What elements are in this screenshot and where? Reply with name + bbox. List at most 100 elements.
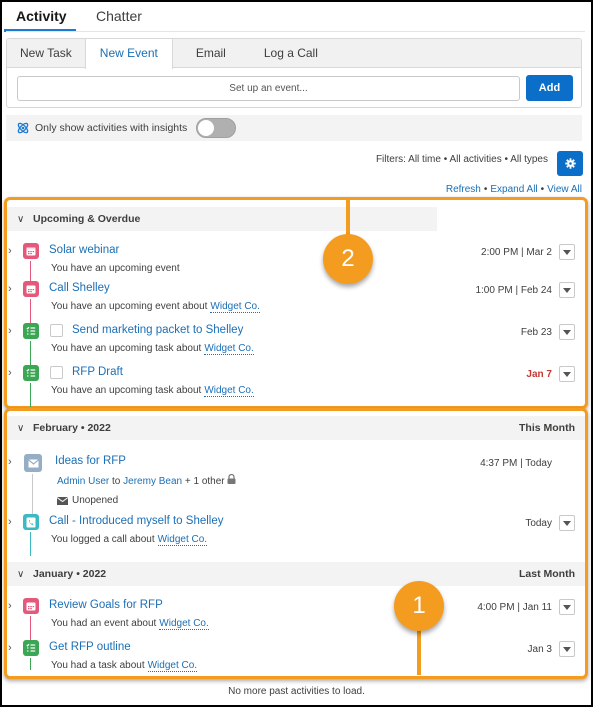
item-menu-button[interactable] [559, 515, 575, 531]
activity-subtitle: You had a task about Widget Co. [51, 660, 198, 672]
activity-subtitle: You have an upcoming event about Widget C… [51, 301, 260, 313]
subtitle-text: You logged a call about [51, 534, 155, 545]
call-icon [23, 514, 39, 530]
item-menu-button[interactable] [559, 599, 575, 615]
tabs-divider [6, 31, 585, 32]
activity-subtitle: You have an upcoming event [51, 263, 180, 274]
callout-2-badge: 2 [323, 234, 373, 284]
activity-title[interactable]: Solar webinar [49, 244, 119, 256]
item-menu-button[interactable] [559, 244, 575, 260]
composer-tabs: New Task New Event Email Log a Call [7, 39, 581, 69]
item-menu-button[interactable] [559, 366, 575, 382]
section-header[interactable]: ∨ February • 2022 This Month [7, 416, 585, 440]
refresh-link[interactable]: Refresh [446, 184, 481, 195]
sender-link[interactable]: Admin User [57, 476, 109, 487]
event-icon [23, 598, 39, 614]
activity-title[interactable]: Ideas for RFP [55, 455, 126, 467]
past-activities-section: ∨ February • 2022 This Month › Ideas for… [4, 408, 588, 679]
activity-date: 4:37 PM | Today [480, 458, 552, 469]
expand-chevron-icon[interactable]: › [8, 325, 16, 337]
activity-subtitle: You have an upcoming task about Widget Co… [51, 385, 254, 397]
activity-title[interactable]: Call Shelley [49, 282, 110, 294]
expand-chevron-icon[interactable]: › [8, 245, 16, 257]
envelope-icon [57, 496, 68, 505]
activity-title[interactable]: Call - Introduced myself to Shelley [49, 515, 224, 527]
expand-chevron-icon[interactable]: › [8, 642, 16, 654]
tab-email[interactable]: Email [183, 39, 239, 68]
related-record-link[interactable]: Widget Co. [147, 660, 198, 672]
activity-title[interactable]: RFP Draft [72, 366, 123, 378]
activity-item: › Review Goals for RFP You had an event … [7, 598, 585, 640]
timeline-line [30, 341, 31, 365]
related-record-link[interactable]: Widget Co. [159, 618, 209, 630]
recipient-link[interactable]: Jeremy Bean [123, 476, 182, 487]
chevron-down-icon: ∨ [17, 422, 25, 434]
email-participants: Admin User to Jeremy Bean + 1 other [57, 473, 236, 487]
related-record-link[interactable]: Widget Co. [204, 343, 254, 355]
view-all-link[interactable]: View All [547, 184, 582, 195]
task-complete-checkbox[interactable] [50, 324, 63, 337]
dropdown-arrow-icon [563, 646, 571, 652]
filters-summary: Filters: All time • All activities • All… [375, 154, 548, 165]
subtitle-text: You had a task about [51, 660, 145, 671]
email-icon [24, 454, 42, 472]
section-title: Upcoming & Overdue [33, 213, 141, 225]
dropdown-arrow-icon [563, 520, 571, 526]
subtitle-text: You have an upcoming event about [51, 301, 208, 312]
event-subject-input[interactable]: Set up an event... [17, 76, 520, 101]
activity-title[interactable]: Get RFP outline [49, 641, 131, 653]
section-header[interactable]: ∨ January • 2022 Last Month [7, 562, 585, 586]
callout-2-line [346, 198, 350, 238]
top-tabs: Activity Chatter [4, 6, 162, 32]
timeline-line [30, 383, 31, 407]
subtitle-text: You had an event about [51, 618, 157, 629]
item-menu-button[interactable] [559, 641, 575, 657]
expand-chevron-icon[interactable]: › [8, 600, 16, 612]
activity-item: › Call - Introduced myself to Shelley Yo… [7, 514, 585, 556]
expand-chevron-icon[interactable]: › [8, 516, 16, 528]
add-button[interactable]: Add [526, 75, 573, 101]
activity-date: Today [525, 518, 552, 529]
activity-subtitle: You logged a call about Widget Co. [51, 534, 208, 546]
dropdown-arrow-icon [563, 329, 571, 335]
insights-icon [17, 122, 29, 134]
tab-new-task[interactable]: New Task [7, 39, 85, 68]
tab-chatter[interactable]: Chatter [90, 6, 148, 32]
item-menu-button[interactable] [559, 282, 575, 298]
activity-title[interactable]: Send marketing packet to Shelley [72, 324, 243, 336]
filter-settings-button[interactable] [557, 151, 583, 176]
task-icon [23, 640, 39, 656]
toggle-knob [198, 120, 215, 136]
task-complete-checkbox[interactable] [50, 366, 63, 379]
related-record-link[interactable]: Widget Co. [204, 385, 254, 397]
activity-date: 1:00 PM | Feb 24 [475, 285, 552, 296]
insights-toggle[interactable] [196, 118, 237, 138]
activity-subtitle: You had an event about Widget Co. [51, 618, 209, 630]
tab-activity[interactable]: Activity [4, 6, 76, 32]
related-record-link[interactable]: Widget Co. [157, 534, 208, 546]
activity-item: › Get RFP outline You had a task about Wi… [7, 640, 585, 680]
timeline-line [30, 658, 31, 670]
dropdown-arrow-icon [563, 604, 571, 610]
lock-icon [227, 473, 236, 484]
item-menu-button[interactable] [559, 324, 575, 340]
expand-all-link[interactable]: Expand All [490, 184, 537, 195]
dropdown-arrow-icon [563, 371, 571, 377]
tab-new-event[interactable]: New Event [84, 39, 173, 69]
timeline-links: Refresh • Expand All • View All [446, 184, 582, 195]
activity-item: › Solar webinar You have an upcoming eve… [7, 243, 585, 285]
related-record-link[interactable]: Widget Co. [210, 301, 260, 313]
activity-subtitle: You have an upcoming task about Widget Co… [51, 343, 254, 355]
section-header[interactable]: ∨ Upcoming & Overdue [7, 207, 437, 231]
activity-title[interactable]: Review Goals for RFP [49, 599, 163, 611]
expand-chevron-icon[interactable]: › [8, 367, 16, 379]
activity-date-overdue: Jan 7 [526, 369, 552, 380]
section-title: January • 2022 [33, 568, 107, 580]
expand-chevron-icon[interactable]: › [8, 283, 16, 295]
section-period-label: This Month [519, 422, 575, 434]
activity-item: › Send marketing packet to Shelley You h… [7, 323, 585, 365]
callout-1-line [417, 625, 421, 675]
expand-chevron-icon[interactable]: › [8, 456, 16, 468]
task-icon [23, 365, 39, 381]
tab-log-a-call[interactable]: Log a Call [251, 39, 331, 68]
